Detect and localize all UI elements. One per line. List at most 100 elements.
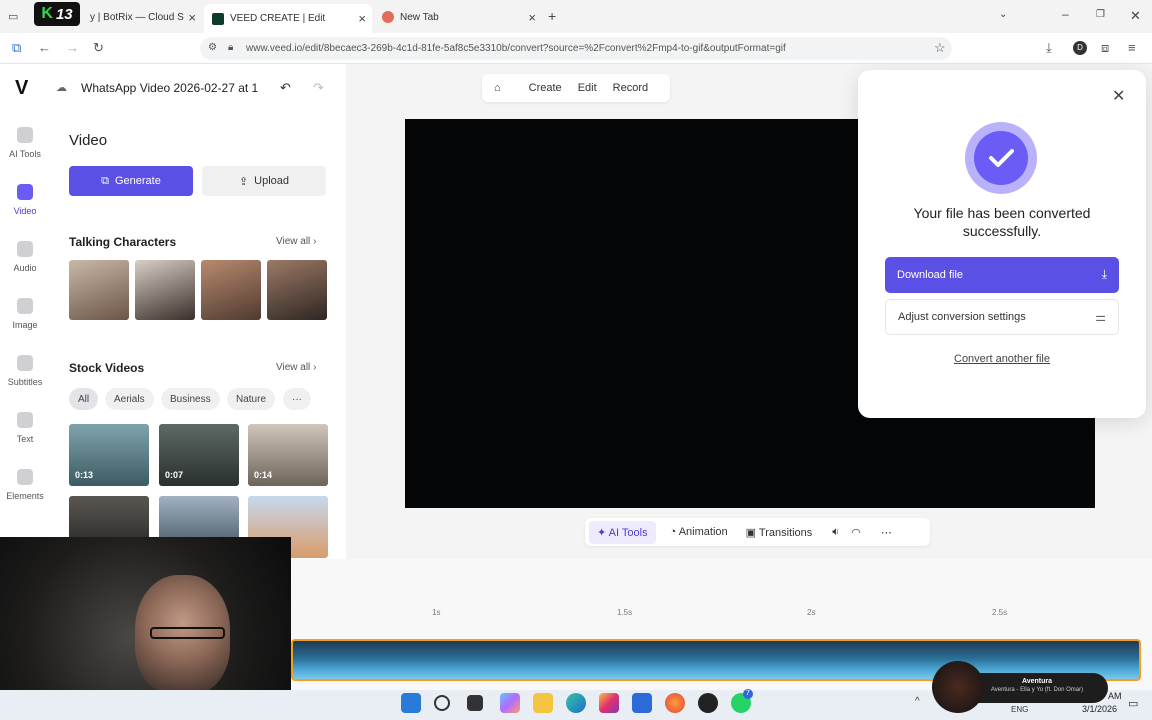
rail-item-subtitles[interactable]: Subtitles: [0, 355, 50, 387]
animation-label: Animation: [678, 526, 728, 538]
video-camera-icon: [17, 184, 33, 200]
stock-view-all-link[interactable]: View all ›: [276, 362, 316, 373]
whatsapp-icon[interactable]: 7: [731, 689, 753, 713]
overlay-level-badge: K 13: [34, 2, 80, 26]
back-icon[interactable]: ←: [38, 40, 51, 55]
site-info-icon[interactable]: ⚙: [208, 42, 217, 53]
close-icon[interactable]: ✕: [1112, 86, 1125, 106]
now-playing-widget[interactable]: Aventura Aventura - Ella y Yo (ft. Don O…: [932, 661, 1108, 713]
chip-nature[interactable]: Nature: [227, 388, 276, 410]
downloads-icon[interactable]: ⤓: [1046, 40, 1052, 56]
tab-list-chevron-icon[interactable]: ⌄: [999, 9, 1007, 20]
store-icon[interactable]: [632, 693, 652, 713]
clock-time[interactable]: AM: [1108, 691, 1122, 701]
tab-botrix[interactable]: y | BotRix — Cloud Stream ×: [82, 5, 202, 29]
close-icon[interactable]: ×: [188, 10, 196, 25]
talking-character-thumb[interactable]: [267, 260, 327, 320]
talking-view-all-link[interactable]: View all ›: [276, 236, 316, 247]
forward-icon[interactable]: →: [66, 40, 79, 55]
bookmark-star-icon[interactable]: ☆: [934, 40, 946, 56]
overlay-badge-text: 13: [55, 5, 73, 23]
rail-item-elements[interactable]: Elements: [0, 469, 50, 501]
url-text: www.veed.io/edit/8becaec3-269b-4c1d-81fe…: [246, 43, 786, 54]
restore-icon[interactable]: ❐: [1096, 9, 1105, 20]
album-art-icon: [932, 661, 984, 713]
animation-icon: ◔: [669, 526, 677, 538]
reload-icon[interactable]: ↻: [93, 40, 104, 56]
windows-start-icon[interactable]: [401, 693, 421, 713]
browser-tab-strip: ▭ K 13 y | BotRix — Cloud Stream × VEED …: [0, 0, 1152, 33]
file-explorer-icon[interactable]: [533, 693, 553, 713]
window-close-icon[interactable]: ✕: [1130, 8, 1141, 24]
animation-button[interactable]: ◔ Animation: [670, 526, 728, 538]
glasses-icon: [150, 627, 225, 639]
menu-record[interactable]: Record: [613, 82, 648, 94]
stock-video-thumb[interactable]: 0:13: [69, 424, 149, 486]
talking-character-thumb[interactable]: [135, 260, 195, 320]
notification-bell-icon[interactable]: ▭: [1128, 697, 1138, 710]
tab-new[interactable]: New Tab ×: [374, 5, 542, 29]
tray-chevron-icon[interactable]: ^: [915, 696, 920, 707]
app-icon[interactable]: [698, 693, 718, 713]
profile-avatar[interactable]: D: [1073, 41, 1087, 55]
transitions-button[interactable]: ▣ Transitions: [746, 526, 813, 539]
talking-character-thumb[interactable]: [201, 260, 261, 320]
convert-another-link[interactable]: Convert another file: [878, 353, 1126, 365]
generate-button[interactable]: ⧉ Generate: [69, 166, 193, 196]
rail-item-audio[interactable]: Audio: [0, 241, 50, 273]
chip-business[interactable]: Business: [161, 388, 220, 410]
ai-tools-button[interactable]: ✦ AI Tools: [589, 520, 656, 544]
veed-logo-icon[interactable]: V: [15, 77, 28, 100]
upload-button[interactable]: ⇪ Upload: [202, 166, 326, 196]
rail-label: Elements: [6, 491, 44, 501]
more-options-icon[interactable]: ⋯: [881, 526, 892, 539]
minimize-icon[interactable]: –: [1062, 7, 1069, 21]
rail-item-image[interactable]: Image: [0, 298, 50, 330]
tab-search-icon[interactable]: ▭: [8, 10, 18, 23]
copilot-icon[interactable]: [500, 693, 520, 713]
sliders-icon: ⚌: [1095, 310, 1106, 324]
instagram-icon[interactable]: [599, 693, 619, 713]
project-title[interactable]: WhatsApp Video 2026-02-27 at 1: [81, 81, 258, 95]
address-bar[interactable]: ⚙ 🔒︎ www.veed.io/edit/8becaec3-269b-4c1d…: [200, 37, 952, 60]
redo-icon[interactable]: ↷: [313, 80, 324, 96]
rail-label: Image: [12, 320, 38, 330]
language-indicator[interactable]: ENG: [1011, 705, 1028, 714]
talking-character-thumb[interactable]: [69, 260, 129, 320]
rail-item-ai-tools[interactable]: AI Tools: [0, 127, 50, 159]
stock-video-thumb[interactable]: 0:07: [159, 424, 239, 486]
firefox-icon[interactable]: [665, 693, 685, 713]
chip-more[interactable]: ···: [283, 388, 311, 410]
task-view-icon[interactable]: [467, 695, 483, 711]
menu-icon[interactable]: ≡: [1128, 40, 1136, 55]
song-title: Aventura: [1021, 678, 1053, 685]
search-icon[interactable]: [434, 695, 450, 711]
tab-label: New Tab: [400, 11, 439, 23]
image-icon: [17, 298, 33, 314]
volume-icon[interactable]: 🔉︎: [832, 526, 839, 539]
adjust-settings-button[interactable]: Adjust conversion settings ⚌: [885, 299, 1119, 335]
chip-all[interactable]: All: [69, 388, 99, 410]
home-icon[interactable]: ⌂: [494, 82, 501, 94]
download-file-button[interactable]: Download file ⤓: [885, 257, 1119, 293]
menu-edit[interactable]: Edit: [578, 82, 597, 94]
menu-create[interactable]: Create: [529, 82, 562, 94]
rail-item-video[interactable]: Video: [0, 184, 50, 216]
clock-date[interactable]: 3/1/2026: [1082, 704, 1117, 714]
transitions-label: Transitions: [758, 526, 813, 539]
chip-aerials[interactable]: Aerials: [105, 388, 154, 410]
new-tab-plus-icon[interactable]: +: [548, 8, 556, 24]
tab-veed[interactable]: VEED CREATE | Edit ×: [204, 4, 372, 33]
extensions-icon[interactable]: ⧈: [1101, 40, 1109, 56]
transitions-icon: ▣: [745, 526, 757, 539]
rail-item-text[interactable]: Text: [0, 412, 50, 444]
close-icon[interactable]: ×: [528, 10, 536, 25]
sparkle-icon: [17, 127, 33, 143]
edge-icon[interactable]: [566, 693, 586, 713]
undo-icon[interactable]: ↶: [280, 80, 291, 96]
sidebar-toggle-icon[interactable]: ⧉: [12, 40, 21, 56]
music-note-icon: [17, 241, 33, 257]
speed-icon[interactable]: ◠: [851, 526, 861, 539]
stock-video-thumb[interactable]: 0:14: [248, 424, 328, 486]
close-icon[interactable]: ×: [358, 11, 366, 26]
